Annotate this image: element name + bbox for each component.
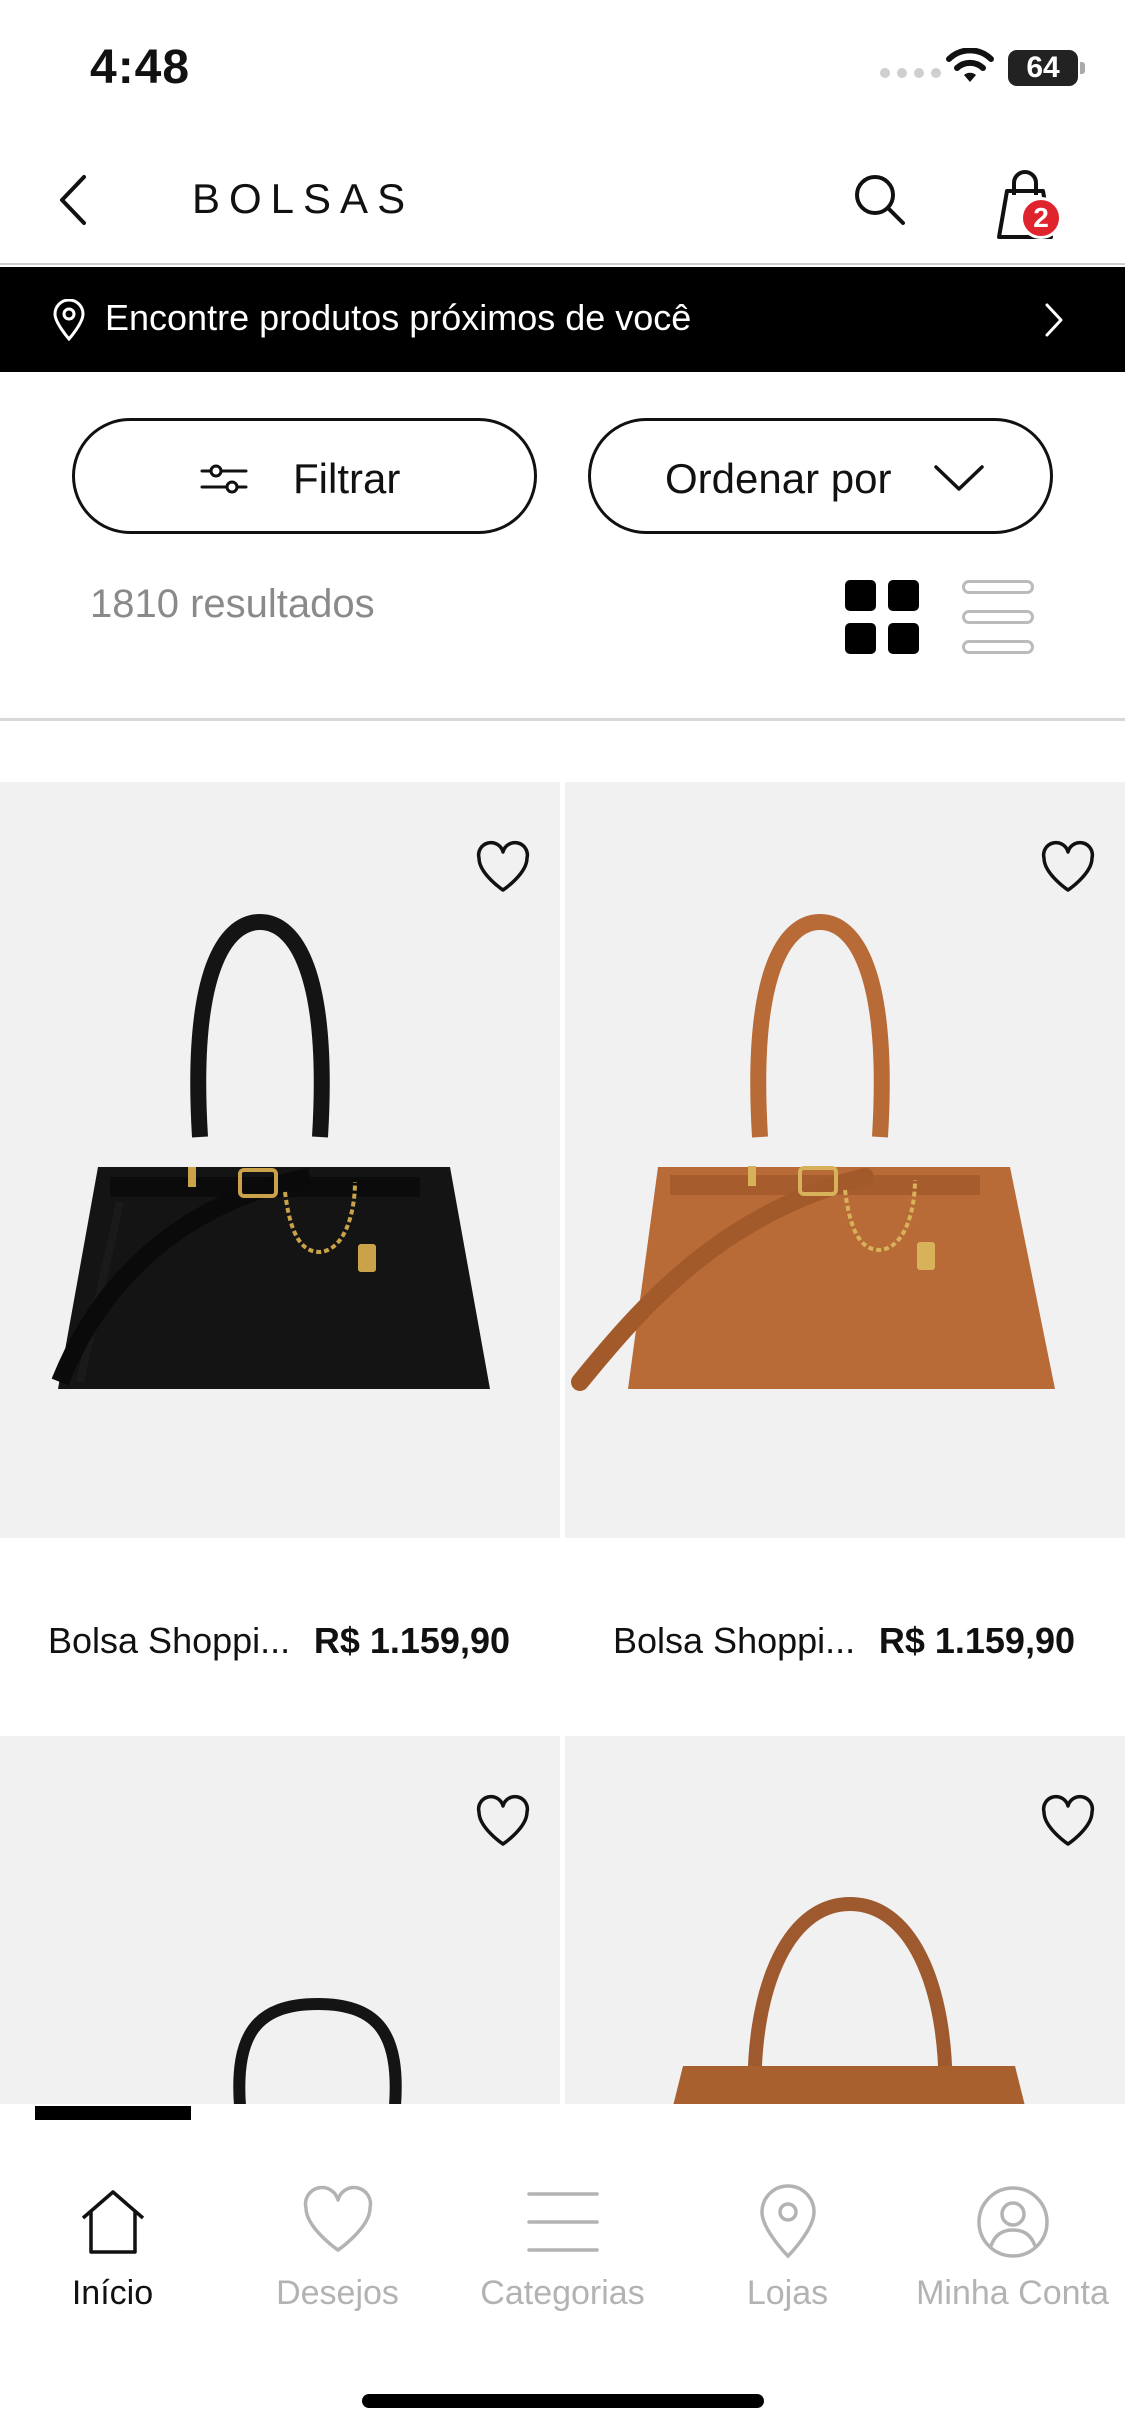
list-view-icon[interactable] (962, 580, 1034, 654)
product-name[interactable]: Bolsa Shoppi... (48, 1620, 290, 1662)
product-card[interactable]: Bolsa Shoppi... R$ 1.159,90 (565, 782, 1125, 1732)
product-image[interactable] (0, 1736, 560, 2106)
header: BOLSAS 2 (0, 135, 1125, 265)
user-icon (976, 2186, 1049, 2258)
product-card[interactable]: Bolsa Shoppi... R$ 1.159,90 (0, 782, 560, 1732)
results-count: 1810 resultados (90, 582, 375, 626)
product-price: R$ 1.159,90 (313, 1620, 510, 1661)
brown-handbag-image (673, 1896, 1025, 2106)
favorite-heart-icon[interactable] (1039, 1794, 1097, 1850)
nav-label: Categorias (480, 2274, 645, 2312)
nav-label: Início (71, 2274, 154, 2312)
nav-label: Lojas (746, 2274, 829, 2312)
active-tab-indicator (35, 2106, 191, 2120)
product-price: R$ 1.159,90 (878, 1620, 1075, 1661)
grid-view-icon[interactable] (845, 580, 919, 654)
sliders-icon (200, 464, 248, 494)
wifi-icon (946, 48, 994, 82)
filter-label: Filtrar (293, 455, 401, 502)
bottom-navigation: Início Desejos Categorias Lojas Minha Co… (0, 2104, 1125, 2436)
status-time: 4:48 (90, 41, 191, 94)
battery-icon: 64 (1008, 50, 1085, 86)
filter-button[interactable]: Filtrar (72, 418, 537, 534)
location-banner-text: Encontre produtos próximos de você (105, 297, 692, 338)
nav-label: Minha Conta (916, 2274, 1109, 2312)
divider (0, 718, 1125, 721)
product-card[interactable] (0, 1736, 560, 2106)
home-indicator[interactable] (362, 2394, 764, 2408)
nav-item-inicio[interactable]: Início (0, 2184, 225, 2324)
product-image[interactable] (0, 782, 560, 1538)
black-handbag-image (233, 1997, 402, 2106)
home-icon (81, 2190, 144, 2254)
location-pin-icon (759, 2184, 816, 2259)
nav-label: Desejos (276, 2274, 399, 2312)
product-image[interactable] (565, 782, 1125, 1538)
sort-label: Ordenar por (665, 455, 892, 502)
nav-item-desejos[interactable]: Desejos (225, 2184, 450, 2324)
favorite-heart-icon[interactable] (474, 840, 532, 896)
location-banner[interactable]: Encontre produtos próximos de você (0, 267, 1125, 372)
status-bar: 4:48 64 (0, 0, 1125, 135)
heart-icon (303, 2185, 372, 2252)
chevron-down-icon (934, 465, 984, 491)
location-pin-icon (53, 299, 85, 341)
nav-item-lojas[interactable]: Lojas (675, 2184, 900, 2324)
page-title: BOLSAS (192, 175, 415, 222)
chevron-right-icon (1045, 303, 1063, 337)
favorite-heart-icon[interactable] (1039, 840, 1097, 896)
nav-item-categorias[interactable]: Categorias (450, 2184, 675, 2324)
menu-icon (526, 2192, 599, 2252)
search-icon[interactable] (845, 165, 915, 235)
cellular-signal-icon (880, 68, 941, 78)
sort-button[interactable]: Ordenar por (588, 418, 1053, 534)
product-card[interactable] (565, 1736, 1125, 2106)
battery-level: 64 (1026, 51, 1060, 84)
nav-item-minha-conta[interactable]: Minha Conta (900, 2184, 1125, 2324)
product-image[interactable] (565, 1736, 1125, 2106)
product-name[interactable]: Bolsa Shoppi... (613, 1620, 855, 1662)
cart-count-badge: 2 (1020, 197, 1062, 239)
favorite-heart-icon[interactable] (474, 1794, 532, 1850)
back-arrow-icon[interactable] (40, 165, 110, 235)
